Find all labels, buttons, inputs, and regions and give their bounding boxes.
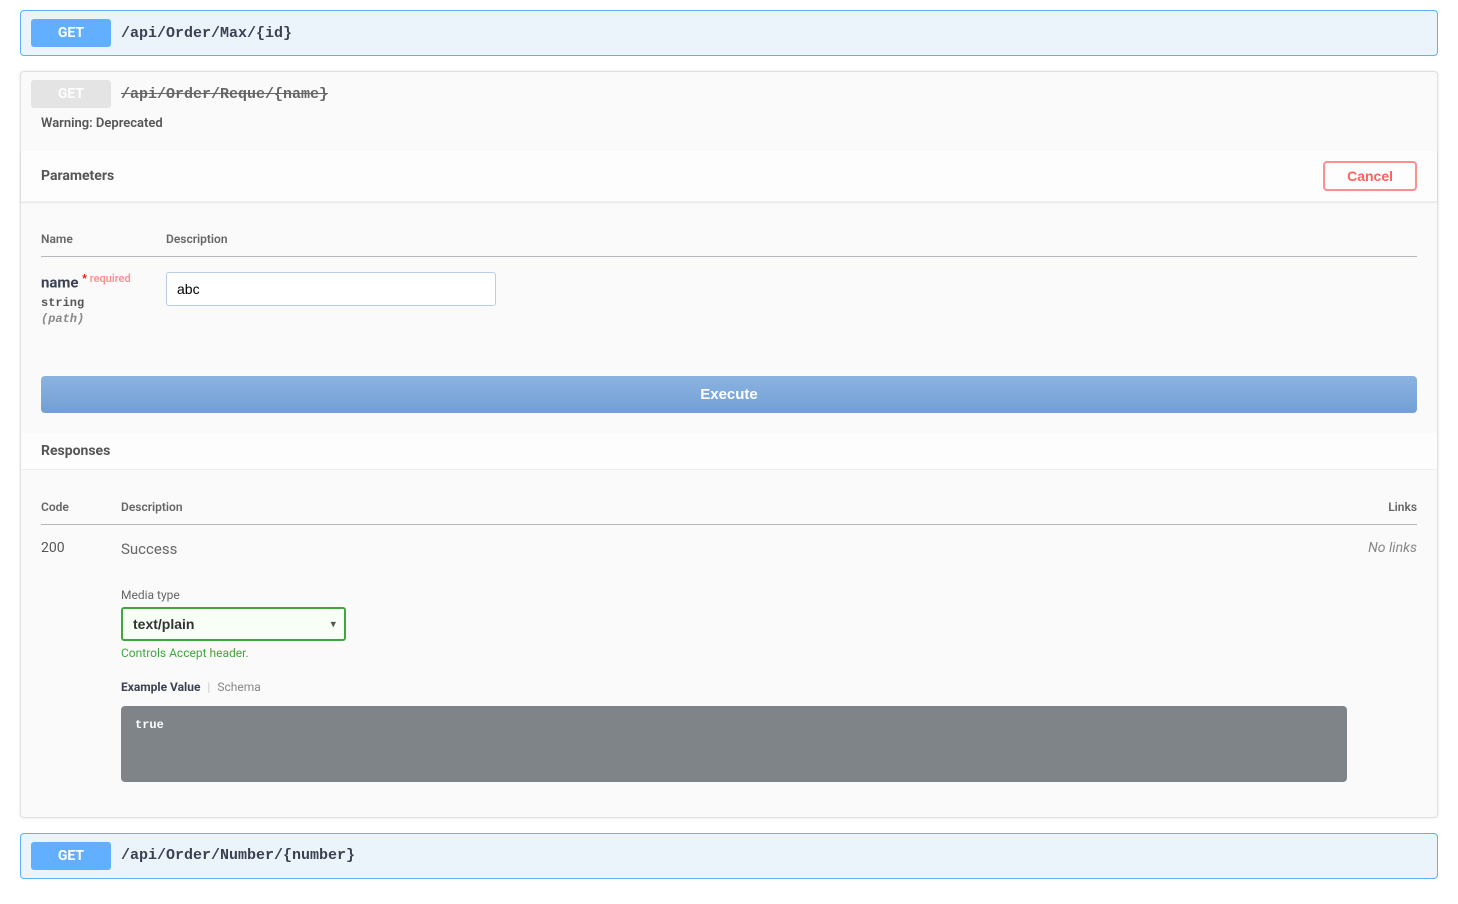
col-header-description: Description: [121, 490, 1347, 525]
deprecation-warning: Warning: Deprecated: [21, 116, 1437, 151]
response-code: 200: [41, 524, 121, 797]
example-value-box: true: [121, 706, 1347, 782]
responses-table: Code Description Links 200 Success Media…: [41, 490, 1417, 797]
tab-separator: |: [207, 680, 210, 694]
endpoint-path-deprecated: /api/Order/Reque/{name}: [121, 86, 328, 103]
parameters-title: Parameters: [41, 168, 114, 184]
parameters-table: Name Description name required string (p…: [41, 222, 1417, 341]
media-type-label: Media type: [121, 588, 1347, 602]
execute-button[interactable]: Execute: [41, 376, 1417, 413]
param-in: (path): [41, 312, 166, 326]
http-method-badge: GET: [31, 80, 111, 108]
endpoint-expanded-reque: GET /api/Order/Reque/{name} Warning: Dep…: [20, 71, 1438, 818]
endpoint-header[interactable]: GET /api/Order/Number/{number}: [21, 834, 1437, 878]
parameters-section-bar: Parameters Cancel: [21, 151, 1437, 202]
responses-title: Responses: [41, 443, 110, 459]
response-description: Success: [121, 540, 1347, 558]
http-method-badge: GET: [31, 842, 111, 870]
endpoint-path: /api/Order/Max/{id}: [121, 25, 292, 42]
endpoint-header[interactable]: GET /api/Order/Reque/{name}: [21, 72, 1437, 116]
endpoint-header[interactable]: GET /api/Order/Max/{id}: [21, 11, 1437, 55]
response-links: No links: [1347, 524, 1417, 797]
param-required-badge: required: [82, 272, 131, 285]
param-name: name: [41, 274, 79, 292]
col-header-code: Code: [41, 490, 121, 525]
col-header-name: Name: [41, 222, 166, 257]
endpoint-collapsed-number[interactable]: GET /api/Order/Number/{number}: [20, 833, 1438, 879]
media-type-select[interactable]: text/plain: [121, 607, 346, 641]
col-header-links: Links: [1347, 490, 1417, 525]
endpoint-path: /api/Order/Number/{number}: [121, 847, 355, 864]
param-value-input[interactable]: [166, 272, 496, 306]
example-tabs: Example Value | Schema: [121, 680, 1347, 694]
http-method-badge: GET: [31, 19, 111, 47]
col-header-description: Description: [166, 222, 1417, 257]
parameter-row: name required string (path): [41, 257, 1417, 341]
tab-schema[interactable]: Schema: [217, 680, 260, 694]
cancel-button[interactable]: Cancel: [1323, 161, 1417, 191]
responses-section-bar: Responses: [21, 433, 1437, 470]
parameters-body: Name Description name required string (p…: [21, 202, 1437, 433]
media-type-hint: Controls Accept header.: [121, 646, 1347, 660]
response-row: 200 Success Media type text/plain ▾ Cont…: [41, 524, 1417, 797]
tab-example-value[interactable]: Example Value: [121, 680, 200, 694]
responses-body: Code Description Links 200 Success Media…: [21, 470, 1437, 817]
param-type: string: [41, 296, 166, 310]
endpoint-collapsed-max[interactable]: GET /api/Order/Max/{id}: [20, 10, 1438, 56]
